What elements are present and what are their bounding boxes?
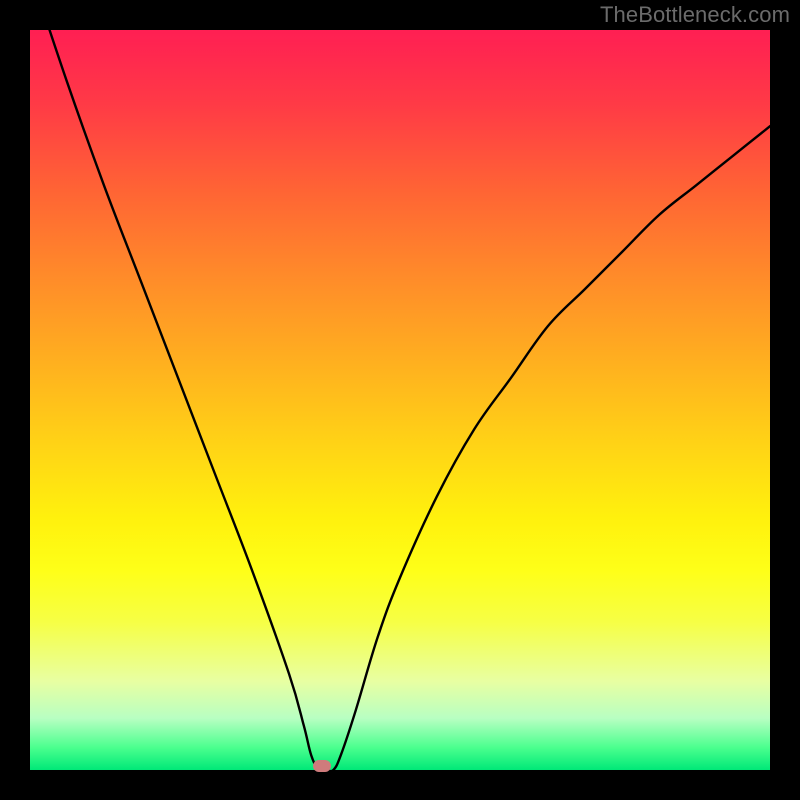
plot-area bbox=[30, 30, 770, 770]
chart-frame: TheBottleneck.com bbox=[0, 0, 800, 800]
bottleneck-curve bbox=[30, 30, 770, 770]
watermark-text: TheBottleneck.com bbox=[600, 2, 790, 28]
minimum-marker bbox=[313, 760, 331, 772]
